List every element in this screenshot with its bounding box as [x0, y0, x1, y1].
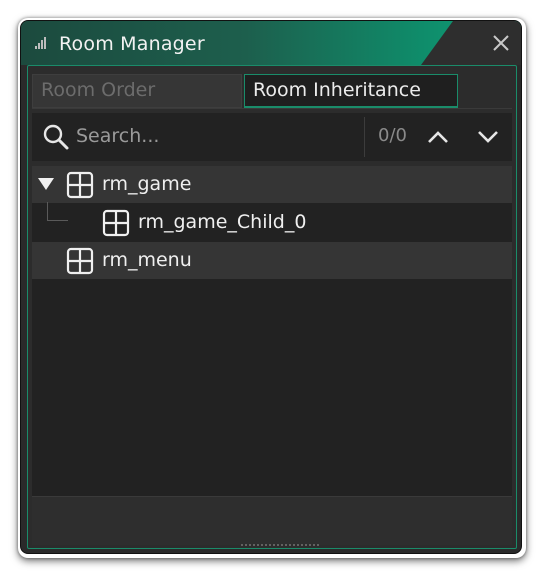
room-icon [102, 209, 130, 237]
grip-icon[interactable] [35, 37, 47, 49]
room-manager-window: Room Manager Room Order Room Inheritance… [20, 20, 522, 554]
tree-row-rm-game-child-0[interactable]: rm_game_Child_0 [32, 204, 512, 241]
tree-row-rm-menu[interactable]: rm_menu [32, 242, 512, 279]
chevron-down-icon[interactable] [474, 123, 502, 151]
search-icon [43, 124, 69, 150]
tab-room-inheritance[interactable]: Room Inheritance [244, 74, 458, 108]
window-title: Room Manager [59, 33, 205, 55]
tree-row-label: rm_game [102, 173, 192, 195]
match-count: 0/0 [378, 125, 407, 146]
search-bar: 0/0 [32, 113, 512, 161]
room-icon [66, 171, 94, 199]
close-icon [493, 35, 509, 51]
room-tree: rm_game rm_game_Child_0 rm_menu [32, 166, 512, 496]
close-button[interactable] [489, 31, 513, 55]
search-input[interactable] [76, 120, 356, 152]
tree-row-label: rm_menu [102, 249, 192, 271]
tree-row-rm-game[interactable]: rm_game [32, 166, 512, 203]
triangle-down-icon[interactable] [38, 177, 54, 191]
tree-row-label: rm_game_Child_0 [138, 211, 307, 233]
tab-divider [32, 108, 512, 109]
room-icon [66, 247, 94, 275]
tab-room-order[interactable]: Room Order [32, 74, 242, 108]
title-bar[interactable]: Room Manager [21, 21, 521, 65]
search-divider [364, 117, 365, 157]
resize-handle[interactable] [240, 543, 320, 547]
chevron-up-icon[interactable] [424, 123, 452, 151]
content-panel: Room Order Room Inheritance 0/0 [27, 65, 517, 549]
tab-bar: Room Order Room Inheritance [32, 74, 512, 108]
footer-area [32, 496, 512, 545]
